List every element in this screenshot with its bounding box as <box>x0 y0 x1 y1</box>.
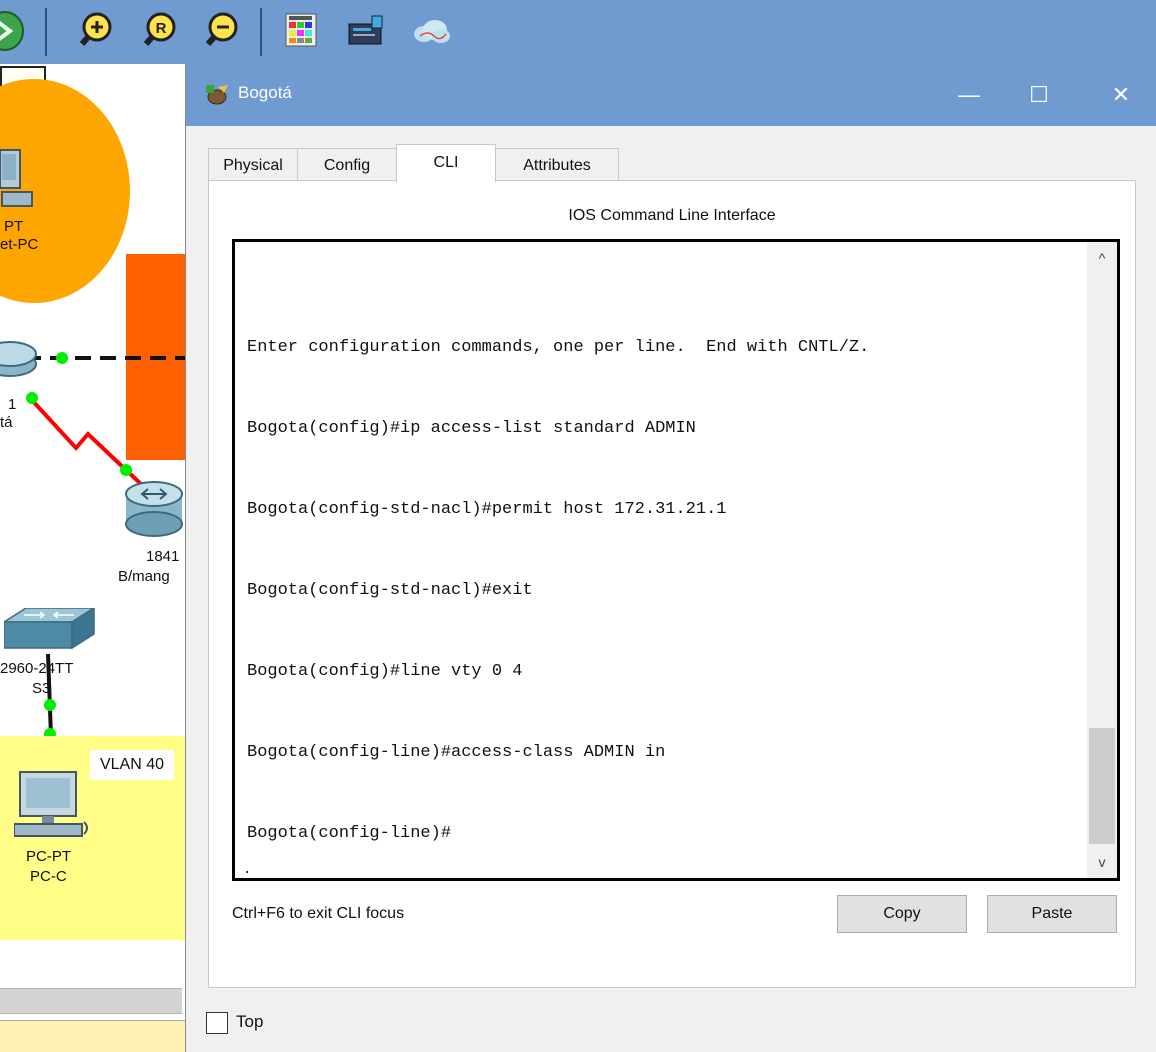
link-status-dot <box>44 699 56 711</box>
router-config-icon <box>206 85 228 105</box>
terminal-output: Enter configuration commands, one per li… <box>247 280 869 901</box>
vlan-label: VLAN 40 <box>90 750 174 780</box>
pc-icon[interactable] <box>14 770 96 842</box>
terminal-line: Enter configuration commands, one per li… <box>247 338 870 357</box>
router-model-label: 1841 <box>146 548 180 565</box>
tab-cli[interactable]: CLI <box>396 144 496 182</box>
close-button[interactable]: ✕ <box>1098 74 1144 116</box>
pc-name-label: et-PC <box>0 236 39 253</box>
tab-physical[interactable]: Physical <box>208 148 298 181</box>
cli-focus-hint: Ctrl+F6 to exit CLI focus <box>232 905 405 922</box>
device-dialog: Bogotá — ☐ ✕ Physical Config CLI Attribu… <box>185 64 1156 1052</box>
panel-title: IOS Command Line Interface <box>568 207 776 224</box>
cloud-icon[interactable] <box>408 8 454 54</box>
top-checkbox[interactable] <box>206 1012 228 1034</box>
router-icon[interactable] <box>0 334 40 382</box>
tab-config[interactable]: Config <box>297 148 397 181</box>
workspace-horizontal-scrollbar[interactable] <box>0 988 182 1014</box>
zoom-out-icon[interactable] <box>196 8 242 54</box>
terminal-line: Bogota(config-std-nacl)#exit <box>247 581 533 600</box>
terminal-scrollbar[interactable]: ^ v <box>1087 242 1117 878</box>
router-number-label: 1 <box>8 396 17 413</box>
pc-type-label: PC-PT <box>26 848 71 865</box>
main-toolbar: R <box>0 0 1156 65</box>
switch-name-label: S3 <box>32 680 51 697</box>
workspace-status-bar <box>0 1020 185 1052</box>
custom-device-icon[interactable] <box>344 8 390 54</box>
switch-icon[interactable] <box>4 608 96 660</box>
copy-button[interactable]: Copy <box>837 895 967 933</box>
zoom-in-icon[interactable] <box>70 8 116 54</box>
svg-text:R: R <box>156 20 167 37</box>
pc-icon[interactable] <box>0 148 44 220</box>
cli-panel: IOS Command Line Interface Enter configu… <box>208 180 1136 988</box>
router-icon[interactable] <box>122 476 185 542</box>
toolbar-separator <box>260 8 262 56</box>
minimize-button[interactable]: — <box>946 74 992 116</box>
terminal-line: Bogota(config)#ip access-list standard A… <box>247 419 696 438</box>
link-status-dot <box>56 352 68 364</box>
navigate-icon[interactable] <box>0 8 28 54</box>
paste-button[interactable]: Paste <box>987 895 1117 933</box>
scroll-down-icon[interactable]: v <box>1087 846 1117 878</box>
palette-icon[interactable] <box>280 8 326 54</box>
router-name-label: B/mang <box>118 568 170 585</box>
terminal-cursor: . <box>243 862 252 878</box>
zoom-reset-icon[interactable]: R <box>134 8 180 54</box>
switch-model-label: 2960-24TT <box>0 660 74 677</box>
logical-workspace[interactable]: PT et-PC 1 tá 1841 B/mang 2960-24TT S3 V… <box>0 64 185 1052</box>
terminal-line: Bogota(config-std-nacl)#permit host 172.… <box>247 500 727 519</box>
scrollbar-thumb[interactable] <box>1089 728 1115 844</box>
scroll-up-icon[interactable]: ^ <box>1087 242 1117 274</box>
terminal-line: Bogota(config-line)#access-class ADMIN i… <box>247 743 666 762</box>
toolbar-separator <box>45 8 47 56</box>
router-name-label: tá <box>0 414 13 431</box>
top-checkbox-label: Top <box>236 1012 264 1031</box>
maximize-button[interactable]: ☐ <box>1016 74 1062 116</box>
dialog-title-bar[interactable]: Bogotá — ☐ ✕ <box>186 64 1156 126</box>
terminal-line: Bogota(config-line)# <box>247 824 452 843</box>
tab-attributes[interactable]: Attributes <box>495 148 619 181</box>
link-status-dot <box>26 392 38 404</box>
pc-name-label: PC-C <box>30 868 67 885</box>
cli-terminal[interactable]: Enter configuration commands, one per li… <box>232 239 1120 881</box>
terminal-line: Bogota(config)#line vty 0 4 <box>247 662 523 681</box>
link-status-dot <box>120 464 132 476</box>
dialog-title: Bogotá <box>238 83 292 102</box>
pc-type-label: PT <box>4 218 24 235</box>
